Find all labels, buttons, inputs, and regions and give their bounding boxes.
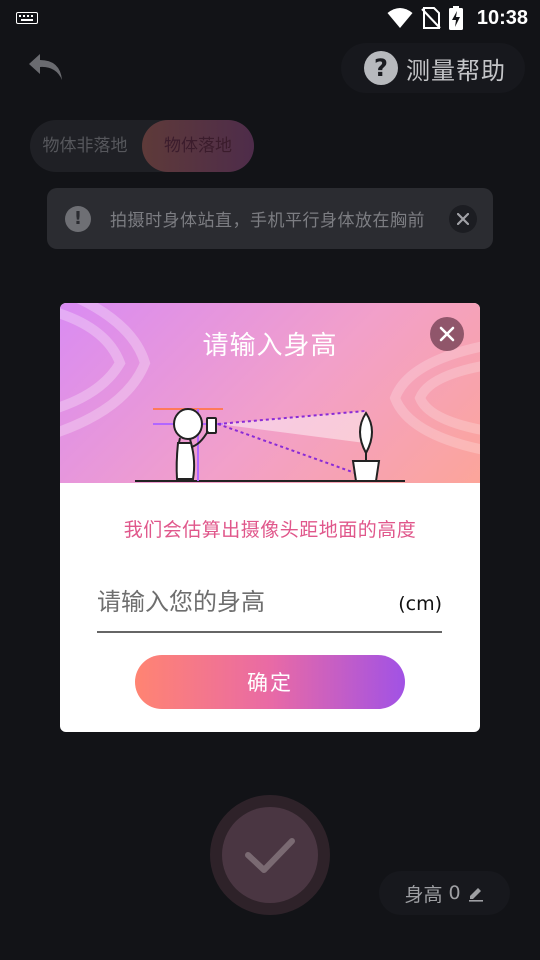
height-label: 身高 xyxy=(404,883,443,906)
tip-close-button[interactable] xyxy=(449,205,477,233)
help-label: 测量帮助 xyxy=(406,56,506,85)
height-input-container: (cm) xyxy=(97,579,442,633)
dialog-close-button[interactable] xyxy=(430,317,464,351)
keyboard-icon xyxy=(16,12,38,24)
no-sim-icon xyxy=(421,7,441,29)
toggle-option-not-grounded[interactable]: 物体非落地 xyxy=(30,120,140,172)
wifi-icon xyxy=(387,8,413,28)
clock: 10:38 xyxy=(476,6,528,29)
capture-button[interactable] xyxy=(210,795,330,915)
unit-label: (cm) xyxy=(398,593,442,615)
dialog-subtitle: 我们会估算出摄像头距地面的高度 xyxy=(123,519,417,541)
height-input-dialog: 请输入身高 我们会估算出摄像头距地面的高度 (cm) 确定 xyxy=(60,303,480,732)
question-icon: ? xyxy=(364,51,398,85)
battery-charging-icon xyxy=(448,6,463,30)
measure-help-button[interactable]: ? 测量帮助 xyxy=(341,43,525,93)
mode-toggle: 物体非落地 物体落地 xyxy=(30,120,254,172)
height-input[interactable] xyxy=(97,579,387,625)
status-bar: 10:38 xyxy=(0,0,540,36)
close-icon xyxy=(457,213,469,225)
dialog-title: 请输入身高 xyxy=(202,331,338,361)
tip-banner: ! 拍摄时身体站直，手机平行身体放在胸前 xyxy=(47,188,493,249)
alert-icon: ! xyxy=(65,205,91,232)
confirm-button[interactable]: 确定 xyxy=(135,655,405,709)
back-arrow-icon xyxy=(29,54,62,80)
edit-icon xyxy=(468,888,483,902)
capture-button-inner xyxy=(222,807,318,903)
tip-text: 拍摄时身体站直，手机平行身体放在胸前 xyxy=(110,211,425,231)
toggle-option-grounded[interactable]: 物体落地 xyxy=(142,120,254,172)
back-button[interactable] xyxy=(26,48,70,88)
check-icon xyxy=(245,838,295,873)
height-value: 0 xyxy=(448,882,461,904)
close-icon xyxy=(439,326,455,342)
dialog-header: 请输入身高 xyxy=(60,303,480,483)
height-chip[interactable]: 身高 0 xyxy=(379,871,510,915)
